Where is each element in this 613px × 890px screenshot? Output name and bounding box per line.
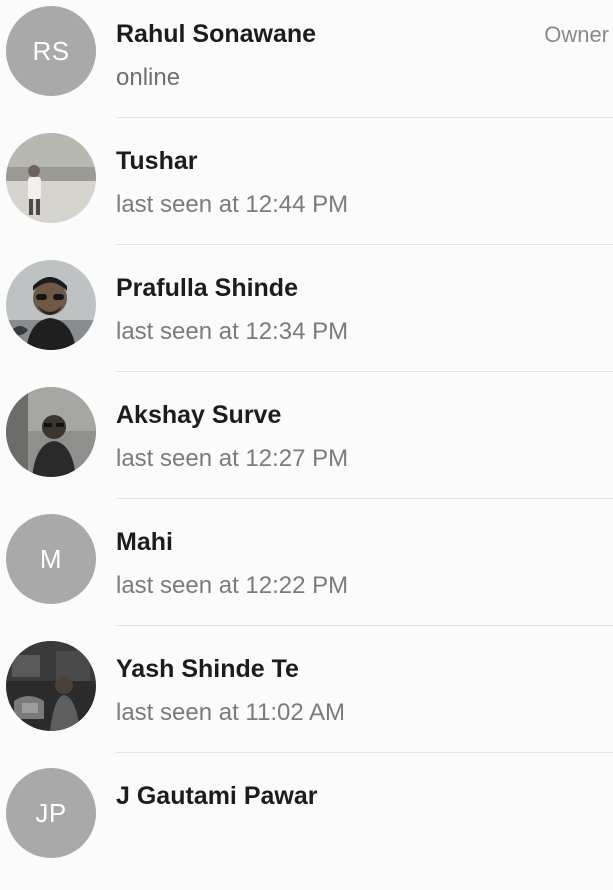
member-row[interactable]: M Mahi last seen at 12:22 PM (0, 508, 613, 636)
member-list: RS Rahul Sonawane online Owner Tushar la… (0, 0, 613, 858)
member-status: last seen at 11:02 AM (116, 699, 346, 726)
member-status: last seen at 12:27 PM (116, 445, 349, 472)
portrait-sunglasses-photo-icon (6, 260, 96, 350)
avatar-photo (6, 133, 96, 223)
avatar-initials: RS (32, 35, 70, 66)
member-row[interactable]: Yash Shinde Te last seen at 11:02 AM (0, 635, 613, 763)
member-name: Prafulla Shinde (116, 274, 298, 302)
member-row[interactable]: Prafulla Shinde last seen at 12:34 PM (0, 254, 613, 382)
member-name: J Gautami Pawar (116, 782, 318, 810)
member-row[interactable]: Tushar last seen at 12:44 PM (0, 127, 613, 255)
avatar-photo (6, 387, 96, 477)
divider (116, 117, 613, 118)
member-row[interactable]: JP J Gautami Pawar (0, 762, 613, 890)
dark-interior-photo-icon (6, 641, 96, 731)
divider (116, 371, 613, 372)
member-status: last seen at 12:22 PM (116, 572, 349, 599)
avatar: RS (6, 6, 96, 96)
avatar-initials: M (39, 543, 63, 574)
member-name: Rahul Sonawane (116, 20, 317, 48)
member-status: last seen at 12:34 PM (116, 318, 349, 345)
outdoor-photo-icon (6, 133, 96, 223)
member-name: Akshay Surve (116, 401, 282, 429)
avatar-initials: JP (35, 797, 67, 828)
avatar-photo (6, 260, 96, 350)
member-status: online (116, 64, 181, 91)
avatar-photo (6, 641, 96, 731)
divider (116, 498, 613, 499)
owner-role-label: Owner (544, 22, 609, 47)
member-row[interactable]: Akshay Surve last seen at 12:27 PM (0, 381, 613, 509)
divider (116, 625, 613, 626)
portrait-photo-icon (6, 387, 96, 477)
member-name: Yash Shinde Te (116, 655, 299, 683)
divider (116, 752, 613, 753)
avatar: JP (6, 768, 96, 858)
avatar: M (6, 514, 96, 604)
member-name: Mahi (116, 528, 173, 556)
member-status: last seen at 12:44 PM (116, 191, 349, 218)
divider (116, 244, 613, 245)
member-row[interactable]: RS Rahul Sonawane online Owner (0, 0, 613, 128)
member-name: Tushar (116, 147, 198, 175)
